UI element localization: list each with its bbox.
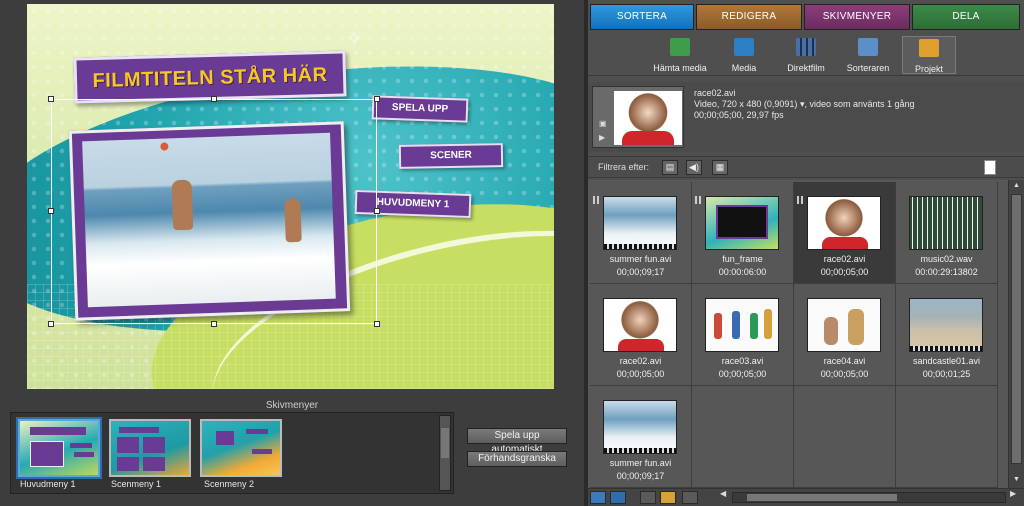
list-view-icon[interactable] <box>590 491 606 504</box>
clip-duration: 00;00;05;00, 29,97 fps <box>694 110 784 120</box>
media-grid: summer fun.avi 00;00;09;17 fun_frame 00:… <box>588 180 1008 488</box>
media-thumbnail <box>705 196 779 250</box>
project-icon <box>919 39 939 57</box>
video-clip-icon <box>695 196 701 204</box>
trash-icon[interactable] <box>682 491 698 504</box>
premiere-elements-window: ✧ FILMTITELN STÅR HÄR SPELA UPP SCENER H… <box>0 0 1024 506</box>
icon-view-icon[interactable] <box>610 491 626 504</box>
instant-movie-button[interactable]: Direktfilm <box>776 36 836 74</box>
scroll-down-icon[interactable]: ▼ <box>1011 476 1022 486</box>
menu-title-banner[interactable]: FILMTITELN STÅR HÄR <box>73 50 347 104</box>
resize-handle[interactable] <box>374 96 380 102</box>
clip-filename: race02.avi <box>694 88 736 98</box>
media-item[interactable]: fun_frame 00:00:06:00 <box>692 182 794 284</box>
tab-organize[interactable]: SORTERA <box>590 4 694 30</box>
scrollbar-thumb[interactable] <box>1011 194 1022 464</box>
menu-thumb-scene-menu-2[interactable] <box>200 419 282 477</box>
clip-info: ▣ ▶ race02.avi Video, 720 x 480 (0,9091)… <box>588 82 1024 152</box>
media-item[interactable]: summer fun.avi 00;00;09;17 <box>590 386 692 488</box>
menu-thumb-label: Huvudmeny 1 <box>20 479 76 489</box>
media-thumbnail <box>603 400 677 454</box>
decorative-sketch-icon: ✧ <box>345 26 364 51</box>
menu-title-text: FILMTITELN STÅR HÄR <box>92 63 328 93</box>
clip-preview-image <box>614 91 682 145</box>
disc-menu-panel: ✧ FILMTITELN STÅR HÄR SPELA UPP SCENER H… <box>0 0 584 506</box>
media-item[interactable]: race03.avi 00;00;05;00 <box>692 284 794 386</box>
media-item[interactable]: music02.wav 00:00:29:13802 <box>896 182 998 284</box>
media-thumbnail <box>807 298 881 352</box>
resize-handle[interactable] <box>48 96 54 102</box>
menu-preview-canvas[interactable]: ✧ FILMTITELN STÅR HÄR SPELA UPP SCENER H… <box>27 4 554 389</box>
organizer-button[interactable]: Sorteraren <box>838 36 898 74</box>
menu-thumb-label: Scenmeny 2 <box>204 479 255 489</box>
selection-box[interactable] <box>48 96 380 327</box>
camera-icon: ▣ <box>599 119 607 128</box>
organizer-icon <box>858 38 878 56</box>
thumb-strip-scrollbar[interactable] <box>439 415 451 491</box>
clip-preview[interactable]: ▣ ▶ <box>592 86 684 148</box>
clip-usage: , video som använts 1 gång <box>804 99 915 109</box>
menu-button-play[interactable]: SPELA UPP <box>371 95 469 123</box>
media-thumbnail <box>909 298 983 352</box>
media-thumbnail <box>603 298 677 352</box>
folder-up-icon[interactable] <box>640 491 656 504</box>
horizontal-scrollbar[interactable] <box>732 492 1006 503</box>
project-button[interactable]: Projekt <box>902 36 956 74</box>
filter-audio-icon[interactable]: ◀) <box>686 160 702 175</box>
menu-thumb-main-menu-1[interactable] <box>18 419 100 477</box>
resize-handle[interactable] <box>48 208 54 214</box>
import-media-icon <box>670 38 690 56</box>
media-item[interactable]: summer fun.avi 00;00;09;17 <box>590 182 692 284</box>
tab-share[interactable]: DELA <box>912 4 1020 30</box>
organizer-toolbar: Hämta media Media Direktfilm Sorteraren … <box>588 32 1024 76</box>
menu-thumb-label: Scenmeny 1 <box>111 479 162 489</box>
new-item-icon[interactable] <box>984 160 996 175</box>
resize-handle[interactable] <box>211 96 217 102</box>
workspace-tabs: SORTERA REDIGERA SKIVMENYER DELA <box>588 2 1024 30</box>
instant-movie-icon <box>796 38 816 56</box>
empty-cell <box>692 386 794 488</box>
media-thumbnail <box>807 196 881 250</box>
tab-disc-menus[interactable]: SKIVMENYER <box>804 4 910 30</box>
clip-details: Video, 720 x 480 (0,9091) <box>694 99 798 109</box>
scroll-left-icon[interactable]: ◀ <box>720 489 726 498</box>
menu-button-scenes[interactable]: SCENER <box>398 143 504 169</box>
preview-button[interactable]: Förhandsgranska <box>467 451 567 467</box>
filter-bar: Filtrera efter: ▤ ◀) ▦ <box>588 156 1024 178</box>
empty-cell <box>896 386 998 488</box>
filter-video-icon[interactable]: ▤ <box>662 160 678 175</box>
disc-menus-label: Skivmenyer <box>265 400 319 411</box>
play-icon[interactable]: ▶ <box>599 133 605 142</box>
media-thumbnail <box>705 298 779 352</box>
filter-label: Filtrera efter: <box>598 162 650 172</box>
media-icon <box>734 38 754 56</box>
organizer-panel: SORTERA REDIGERA SKIVMENYER DELA Hämta m… <box>588 0 1024 506</box>
video-clip-icon <box>797 196 803 204</box>
resize-handle[interactable] <box>211 321 217 327</box>
new-folder-icon[interactable] <box>660 491 676 504</box>
menu-thumb-scene-menu-1[interactable] <box>109 419 191 477</box>
resize-handle[interactable] <box>48 321 54 327</box>
resize-handle[interactable] <box>374 321 380 327</box>
media-item-selected[interactable]: race02.avi 00;00;05;00 <box>794 182 896 284</box>
scroll-up-icon[interactable]: ▲ <box>1011 182 1022 192</box>
media-button[interactable]: Media <box>714 36 774 74</box>
filter-image-icon[interactable]: ▦ <box>712 160 728 175</box>
empty-cell <box>794 386 896 488</box>
media-item[interactable]: race04.avi 00;00;05;00 <box>794 284 896 386</box>
media-item[interactable]: race02.avi 00;00;05;00 <box>590 284 692 386</box>
organizer-bottom-bar: ◀ ▶ <box>588 488 1024 506</box>
media-item[interactable]: sandcastle01.avi 00;00;01;25 <box>896 284 998 386</box>
tab-edit[interactable]: REDIGERA <box>696 4 802 30</box>
media-thumbnail <box>603 196 677 250</box>
resize-handle[interactable] <box>374 208 380 214</box>
media-grid-scrollbar[interactable]: ▲ ▼ <box>1008 180 1024 488</box>
autoplay-button[interactable]: Spela upp automatiskt <box>467 428 567 455</box>
video-clip-icon <box>593 196 599 204</box>
menu-thumbnail-strip: Huvudmeny 1 Scenmeny 1 Scenmeny 2 <box>10 412 454 494</box>
scroll-right-icon[interactable]: ▶ <box>1010 489 1016 498</box>
get-media-button[interactable]: Hämta media <box>650 36 710 74</box>
audio-waveform-thumbnail <box>909 196 983 250</box>
